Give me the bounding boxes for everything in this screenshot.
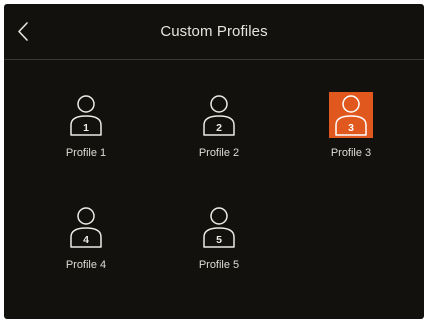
user-icon: 5 [203,207,235,248]
profile-number: 5 [216,234,222,246]
page-title: Custom Profiles [160,23,268,40]
profile-number: 4 [83,234,89,246]
profile-5-button[interactable]: 5 Profile 5 [164,204,274,280]
profile-icon-box: 5 [200,204,238,250]
profile-label: Profile 1 [65,147,107,159]
profile-icon-box: 2 [200,92,238,138]
profile-label: Profile 3 [330,147,372,159]
profile-label: Profile 4 [65,259,107,271]
user-icon: 4 [70,207,102,248]
user-icon: 1 [70,95,102,136]
profile-icon-box: 1 [67,92,105,138]
profile-3-button[interactable]: 3 Profile 3 [296,92,406,168]
profile-label: Profile 2 [198,147,240,159]
profile-icon-box-selected: 3 [329,92,373,138]
header-bar: Custom Profiles [4,4,424,60]
user-icon: 2 [203,95,235,136]
profile-number: 1 [83,122,89,134]
profile-1-button[interactable]: 1 Profile 1 [31,92,141,168]
profile-4-button[interactable]: 4 Profile 4 [31,204,141,280]
user-icon: 3 [335,95,367,136]
device-screen: Custom Profiles 1 Profile 1 2 Profile 2 [4,4,424,319]
profile-2-button[interactable]: 2 Profile 2 [164,92,274,168]
profile-icon-box: 4 [67,204,105,250]
profile-number: 3 [348,122,354,134]
profile-number: 2 [216,122,222,134]
profile-label: Profile 5 [198,259,240,271]
